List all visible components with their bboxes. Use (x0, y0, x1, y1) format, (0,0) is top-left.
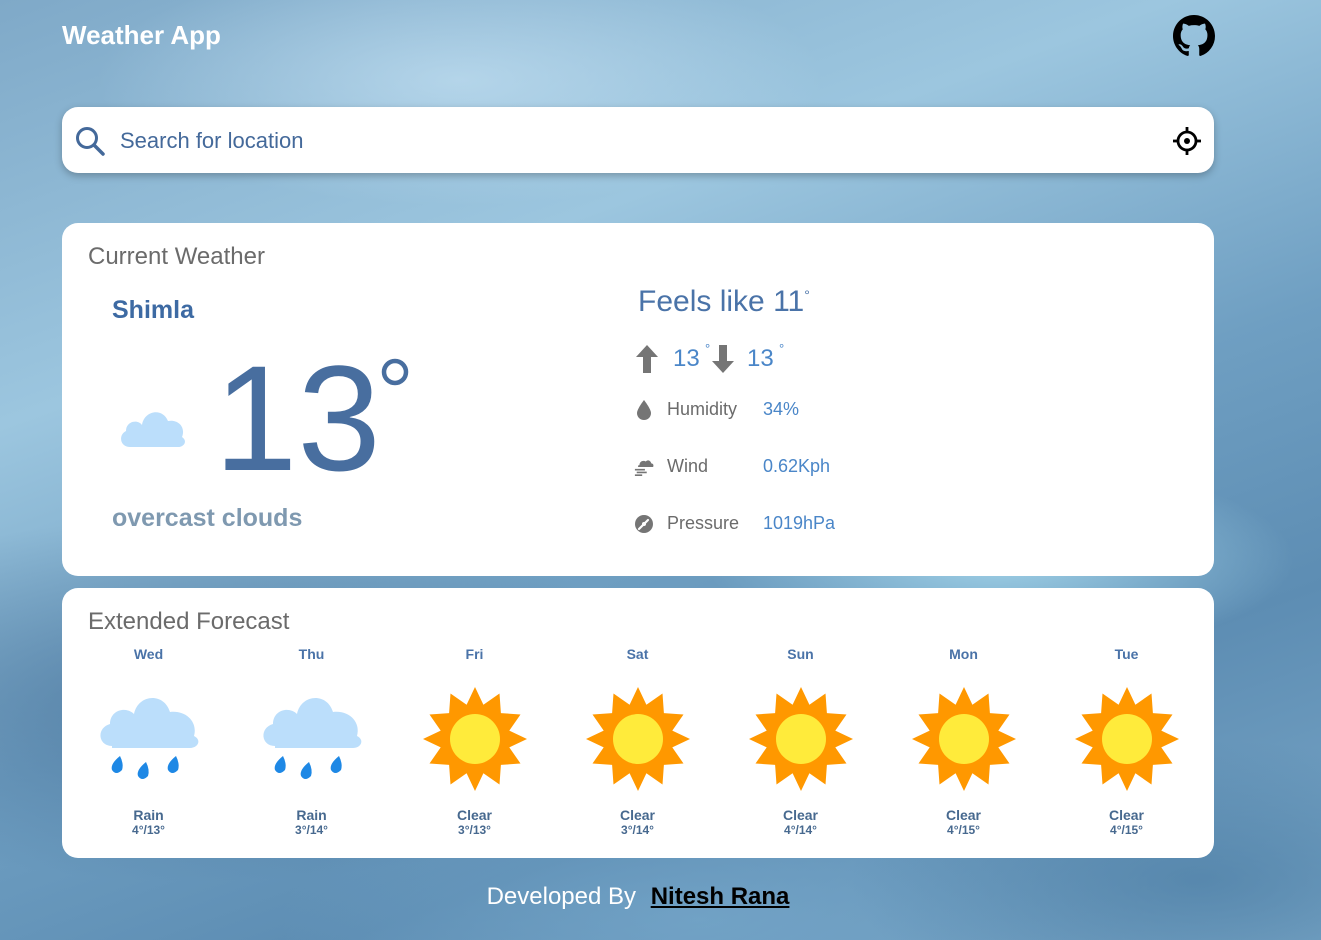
forecast-range: 3°/14° (295, 823, 328, 837)
author-link[interactable]: Nitesh Rana (651, 883, 790, 910)
footer: Developed By Nitesh Rana (0, 883, 1276, 911)
forecast-condition: Clear (456, 807, 493, 823)
forecast-condition: Rain (133, 807, 164, 823)
card-title: Current Weather (88, 243, 265, 270)
search-bar (62, 107, 1214, 173)
degree-symbol: ° (804, 287, 810, 303)
day-name: Sat (626, 646, 649, 662)
degree-symbol: ° (705, 341, 711, 356)
forecast-condition: Clear (1108, 807, 1145, 823)
city-name: Shimla (112, 296, 194, 324)
forecast-day: Mon Clear 4°/15° (882, 646, 1045, 837)
forecast-day: Sat Clear 3°/14° (556, 646, 719, 837)
day-name: Thu (298, 646, 325, 662)
search-input[interactable] (118, 123, 1162, 159)
search-icon[interactable] (74, 125, 106, 157)
forecast-range: 4°/13° (132, 823, 165, 837)
weather-description: overcast clouds (112, 504, 303, 532)
forecast-card: Extended Forecast Wed Rain 4°/13° Thu Ra… (62, 588, 1214, 858)
card-title: Extended Forecast (88, 608, 290, 635)
forecast-condition: Clear (945, 807, 982, 823)
forecast-condition: Clear (782, 807, 819, 823)
stat-value: 1019hPa (763, 513, 836, 533)
forecast-day: Thu Rain 3°/14° (230, 646, 393, 837)
forecast-range: 4°/14° (784, 823, 817, 837)
feels-like: Feels like 11° (638, 285, 810, 319)
current-weather-card: Current Weather Shimla 13 overcast cloud… (62, 223, 1214, 576)
forecast-range: 4°/15° (1110, 823, 1143, 837)
forecast-range: 3°/14° (621, 823, 654, 837)
sun-icon (748, 687, 853, 791)
pressure-icon (635, 515, 653, 533)
day-name: Wed (133, 646, 164, 662)
footer-text: Developed By (486, 883, 637, 910)
cloud-icon (121, 412, 185, 447)
day-name: Tue (1114, 646, 1139, 662)
day-name: Fri (465, 646, 484, 662)
forecast-condition: Rain (296, 807, 327, 823)
stat-value: 0.62Kph (763, 456, 831, 476)
github-icon[interactable] (1173, 15, 1215, 57)
droplet-icon (637, 400, 651, 420)
sun-icon (422, 687, 527, 791)
forecast-day: Tue Clear 4°/15° (1045, 646, 1208, 837)
forecast-condition: Clear (619, 807, 656, 823)
degree-symbol: ° (779, 341, 785, 356)
crosshair-icon[interactable] (1172, 126, 1202, 156)
stat-label: Wind (667, 456, 709, 476)
forecast-day: Fri Clear 3°/13° (393, 646, 556, 837)
sun-icon (585, 687, 690, 791)
forecast-range: 3°/13° (458, 823, 491, 837)
sun-icon (911, 687, 1016, 791)
min-temperature: 13 (747, 345, 774, 372)
max-temperature: 13 (673, 345, 700, 372)
forecast-range: 4°/15° (947, 823, 980, 837)
arrow-down-icon (712, 345, 734, 373)
wind-icon (634, 460, 654, 476)
degree-symbol (381, 358, 409, 386)
stat-value: 34% (763, 399, 800, 419)
day-name: Mon (949, 646, 978, 662)
current-temperature: 13 (214, 334, 381, 502)
arrow-up-icon (636, 345, 658, 373)
stat-label: Humidity (667, 399, 738, 419)
forecast-day: Sun Clear 4°/14° (719, 646, 882, 837)
feels-like-label: Feels like (638, 285, 765, 318)
stat-label: Pressure (667, 513, 740, 533)
sun-icon (1074, 687, 1179, 791)
forecast-day: Wed Rain 4°/13° (67, 646, 230, 837)
day-name: Sun (787, 646, 814, 662)
rain-icon (262, 697, 361, 779)
app-title: Weather App (62, 20, 221, 50)
rain-icon (99, 697, 198, 779)
feels-like-value: 11 (773, 285, 805, 318)
